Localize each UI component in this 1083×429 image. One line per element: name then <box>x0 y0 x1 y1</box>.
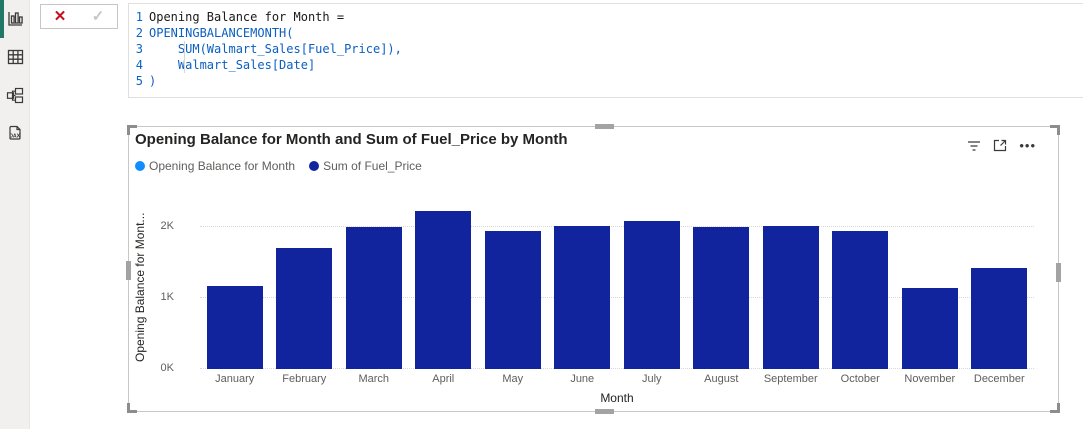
bar-slot <box>270 127 340 369</box>
bar-slot <box>687 127 757 369</box>
dax-formula-bar: ✕ ✓ 1 Opening Balance for Month = 2 OPENING… <box>30 0 1083 98</box>
resize-handle-left[interactable] <box>126 261 131 280</box>
bar-may[interactable] <box>484 230 541 369</box>
x-tick-label: September <box>763 373 818 385</box>
bar-december[interactable] <box>971 268 1028 369</box>
code-line: 4 Walmart_Sales[Date] <box>129 57 1083 73</box>
bar-slot <box>756 127 826 369</box>
model-icon <box>6 87 24 103</box>
dax-editor[interactable]: 1 Opening Balance for Month = 2 OPENINGBALA… <box>128 3 1083 98</box>
code-line: 1 Opening Balance for Month = <box>129 9 1083 25</box>
line-number: 4 <box>135 58 143 72</box>
bar-january[interactable] <box>206 285 263 369</box>
line-number: 2 <box>135 26 143 40</box>
resize-handle-right[interactable] <box>1056 263 1061 282</box>
bar-august[interactable] <box>693 227 750 369</box>
x-tick-label: July <box>641 373 662 385</box>
x-tick-label: June <box>570 373 595 385</box>
bar-october[interactable] <box>832 230 889 369</box>
plot-area <box>200 127 1034 369</box>
cancel-input-icon[interactable]: ✕ <box>54 9 67 24</box>
code-line: 5) <box>129 73 1083 89</box>
code-text: SUM(Walmart_Sales[Fuel_Price]), <box>149 42 402 56</box>
y-tick-label: 1K <box>160 291 174 303</box>
line-number: 3 <box>135 42 143 56</box>
bar-march[interactable] <box>345 227 402 369</box>
x-tick-label: May <box>502 373 524 385</box>
x-tick-label: December <box>973 373 1025 385</box>
formula-commit-cancel-group: ✕ ✓ <box>40 4 118 29</box>
dax-code: 1 Opening Balance for Month = 2 OPENINGBALA… <box>129 9 1083 89</box>
sidebar-item-dax-query-view[interactable]: DAX <box>0 114 30 152</box>
code-line: 2 OPENINGBALANCEMONTH( <box>129 25 1083 41</box>
bar-slot <box>826 127 896 369</box>
x-tick-label: April <box>432 373 455 385</box>
bar-slot <box>895 127 965 369</box>
sidebar-item-table-view[interactable] <box>0 38 30 76</box>
bar-slot <box>965 127 1035 369</box>
x-axis-labels: January February March April May June July Augu… <box>200 373 1034 385</box>
legend-dot-icon <box>135 161 145 171</box>
resize-handle-top-right[interactable] <box>1050 125 1060 135</box>
code-text: ) <box>149 74 157 88</box>
bar-slot <box>617 127 687 369</box>
y-tick-label: 2K <box>160 220 174 232</box>
code-text: Opening Balance for Month = <box>149 10 345 24</box>
bar-slot <box>478 127 548 369</box>
resize-handle-bottom[interactable] <box>595 409 614 414</box>
indent-guide <box>184 41 185 73</box>
bar-june[interactable] <box>554 225 611 369</box>
table-icon <box>7 49 23 65</box>
sidebar-item-report-view[interactable] <box>0 0 30 38</box>
line-number: 5 <box>135 74 143 88</box>
x-tick-label: October <box>840 373 880 385</box>
bar-slot <box>200 127 270 369</box>
sidebar-item-model-view[interactable] <box>0 76 30 114</box>
bar-february[interactable] <box>276 248 333 369</box>
bar-july[interactable] <box>623 221 680 369</box>
x-tick-label: January <box>215 373 255 385</box>
code-text: OPENINGBALANCEMONTH( <box>149 26 294 40</box>
report-canvas[interactable]: ••• Opening Balance for Month and Sum of… <box>30 98 1083 429</box>
bar-slot <box>548 127 618 369</box>
x-tick-label: November <box>904 373 956 385</box>
bar-april[interactable] <box>415 210 472 369</box>
x-tick-label: March <box>358 373 390 385</box>
y-tick-label: 0K <box>160 362 174 374</box>
resize-handle-bottom-right[interactable] <box>1050 403 1060 413</box>
code-line: 3 SUM(Walmart_Sales[Fuel_Price]), <box>129 41 1083 57</box>
commit-input-icon[interactable]: ✓ <box>92 9 105 24</box>
bar-september[interactable] <box>762 226 819 369</box>
line-number: 1 <box>135 10 143 24</box>
svg-text:DAX: DAX <box>9 133 20 139</box>
bar-chart-icon <box>7 12 23 26</box>
bar-slot <box>339 127 409 369</box>
bar-series <box>200 127 1034 369</box>
dax-query-icon: DAX <box>9 125 21 140</box>
x-axis-title: Month <box>600 391 634 405</box>
active-view-indicator <box>0 0 4 38</box>
x-tick-label: August <box>704 373 739 385</box>
code-text: Walmart_Sales[Date] <box>149 58 316 72</box>
resize-handle-bottom-left[interactable] <box>127 403 137 413</box>
view-switcher-sidebar: DAX <box>0 0 30 429</box>
x-tick-label: February <box>282 373 327 385</box>
bar-slot <box>409 127 479 369</box>
bar-november[interactable] <box>901 288 958 369</box>
column-chart-visual[interactable]: ••• Opening Balance for Month and Sum of… <box>126 124 1061 414</box>
